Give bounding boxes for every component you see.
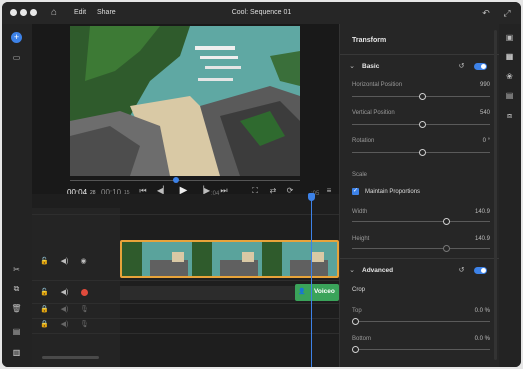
audio-icon[interactable]: ◀) — [60, 257, 69, 266]
microphone-icon[interactable]: 🎙 — [80, 305, 89, 314]
clip-thumbnails — [122, 242, 337, 276]
crop-bottom-label: Bottom — [352, 336, 372, 342]
reset-icon[interactable]: ↺ — [457, 266, 466, 275]
chevron-down-icon[interactable]: ⌄ — [348, 266, 356, 274]
vertical-position-value[interactable]: 540 — [450, 110, 490, 116]
crop-bottom-knob[interactable] — [352, 346, 359, 353]
crop-top-knob[interactable] — [352, 318, 359, 325]
record-button[interactable] — [81, 289, 88, 296]
playhead-line[interactable] — [311, 194, 312, 367]
horizontal-position-label: Horizontal Position — [352, 82, 403, 88]
fullscreen-icon[interactable]: ⤢ — [501, 7, 513, 19]
advanced-toggle[interactable] — [474, 267, 487, 274]
program-monitor: 00:04 28 00:10 15 ⏮ ◀▏ ▶ ▕▶ ⏭ ⛶ ⇄ ⟳ ≡ — [32, 24, 339, 197]
maintain-proportions-label: Maintain Proportions — [365, 189, 421, 195]
lock-icon[interactable]: 🔒 — [40, 320, 49, 329]
track-divider — [32, 214, 339, 215]
person-icon: 👤 — [298, 289, 306, 295]
playhead-handle[interactable] — [308, 193, 315, 201]
panel-scrollbar[interactable] — [494, 30, 497, 360]
right-toolbar: ▣ ▦ ❀ ▤ ⧈ — [499, 24, 521, 367]
lock-icon[interactable]: 🔒 — [40, 305, 49, 314]
track-divider — [32, 333, 339, 334]
lock-icon[interactable]: 🔓 — [40, 288, 49, 297]
video-clip[interactable] — [120, 240, 339, 278]
visibility-icon[interactable]: ◉ — [79, 257, 88, 266]
add-media-button[interactable]: + — [11, 32, 22, 43]
vertical-position-label: Vertical Position — [352, 110, 395, 116]
horizontal-position-value[interactable]: 990 — [450, 82, 490, 88]
crop-top-value[interactable]: 0.0 % — [445, 308, 490, 314]
track-divider — [32, 303, 339, 304]
panel-title: Transform — [352, 37, 387, 44]
microphone-icon[interactable]: 🎙 — [80, 320, 89, 329]
width-label: Width — [352, 209, 368, 215]
crop-bottom-slider[interactable] — [352, 349, 490, 350]
maintain-proportions-checkbox[interactable]: ✓ — [352, 188, 359, 195]
split-icon[interactable]: ✂ — [11, 264, 22, 275]
rotation-knob[interactable] — [419, 149, 426, 156]
height-value[interactable]: 140.9 — [450, 236, 490, 242]
vertical-position-knob[interactable] — [419, 121, 426, 128]
track-divider — [32, 318, 339, 319]
chevron-down-icon[interactable]: ⌄ — [348, 62, 356, 70]
divider — [340, 258, 500, 259]
timeline: :04 :05 🔓 ◀) ◉ 🔓 ◀) 👤 Voiceo 🔒 ◀) 🎙 🔒 ◀)… — [32, 191, 339, 367]
audio-mix-icon[interactable]: ▤ — [504, 90, 515, 101]
left-toolbar: + ▭ ✂ ⧉ 🗑 ▤ ▥ — [2, 24, 32, 367]
video-preview[interactable] — [70, 26, 300, 176]
captions-icon[interactable]: ▤ — [11, 326, 22, 337]
width-slider[interactable] — [352, 221, 490, 222]
basic-toggle[interactable] — [474, 63, 487, 70]
video-frame-image — [70, 26, 300, 176]
timeline-layout-icon[interactable]: ▥ — [11, 347, 22, 358]
effects-icon[interactable]: ⧈ — [504, 110, 515, 121]
height-knob[interactable] — [443, 245, 450, 252]
audio-icon[interactable]: ◀) — [60, 320, 69, 329]
scale-label: Scale — [352, 172, 368, 178]
divider — [340, 54, 500, 55]
media-bin-icon[interactable]: ▭ — [11, 52, 22, 63]
rotation-label: Rotation — [352, 138, 375, 144]
height-slider[interactable] — [352, 248, 490, 249]
height-label: Height — [352, 236, 370, 242]
lock-icon[interactable]: 🔓 — [40, 257, 49, 266]
ruler-mark-04: :04 — [211, 191, 220, 197]
width-value[interactable]: 140.9 — [450, 209, 490, 215]
transform-icon[interactable]: ▦ — [504, 51, 515, 62]
basic-section-label[interactable]: Basic — [362, 63, 379, 70]
crop-top-slider[interactable] — [352, 321, 490, 322]
voiceover-clip[interactable]: 👤 Voiceo — [295, 284, 339, 301]
track-divider — [32, 280, 339, 281]
crop-top-label: Top — [352, 308, 362, 314]
audio-icon[interactable]: ◀) — [60, 305, 69, 314]
window-title: Cool: Sequence 01 — [231, 9, 292, 16]
scrub-bar[interactable] — [70, 180, 300, 181]
transform-panel: Transform ⌄ Basic ↺ Horizontal Position … — [339, 24, 500, 367]
reset-icon[interactable]: ↺ — [457, 62, 466, 71]
duplicate-icon[interactable]: ⧉ — [11, 283, 22, 294]
color-icon[interactable]: ❀ — [504, 71, 515, 82]
voiceover-label: Voiceo — [314, 288, 335, 295]
audio-icon[interactable]: ◀) — [60, 288, 69, 297]
rotation-value[interactable]: 0 ° — [450, 138, 490, 144]
timeline-scrollbar[interactable] — [42, 356, 99, 359]
crop-label: Crop — [352, 287, 366, 293]
advanced-section-label[interactable]: Advanced — [362, 267, 393, 274]
crop-bottom-value[interactable]: 0.0 % — [445, 336, 490, 342]
time-ruler[interactable] — [32, 194, 339, 208]
scrub-handle[interactable] — [173, 177, 179, 183]
delete-icon[interactable]: 🗑 — [11, 303, 22, 314]
horizontal-position-knob[interactable] — [419, 93, 426, 100]
width-knob[interactable] — [443, 218, 450, 225]
app-window: ⌂ Edit Share Cool: Sequence 01 ↶ ⤢ + ▭ ✂… — [2, 2, 521, 367]
title-bar: ⌂ Edit Share Cool: Sequence 01 ↶ ⤢ — [2, 2, 521, 24]
properties-icon[interactable]: ▣ — [504, 32, 515, 43]
undo-icon[interactable]: ↶ — [480, 7, 492, 19]
